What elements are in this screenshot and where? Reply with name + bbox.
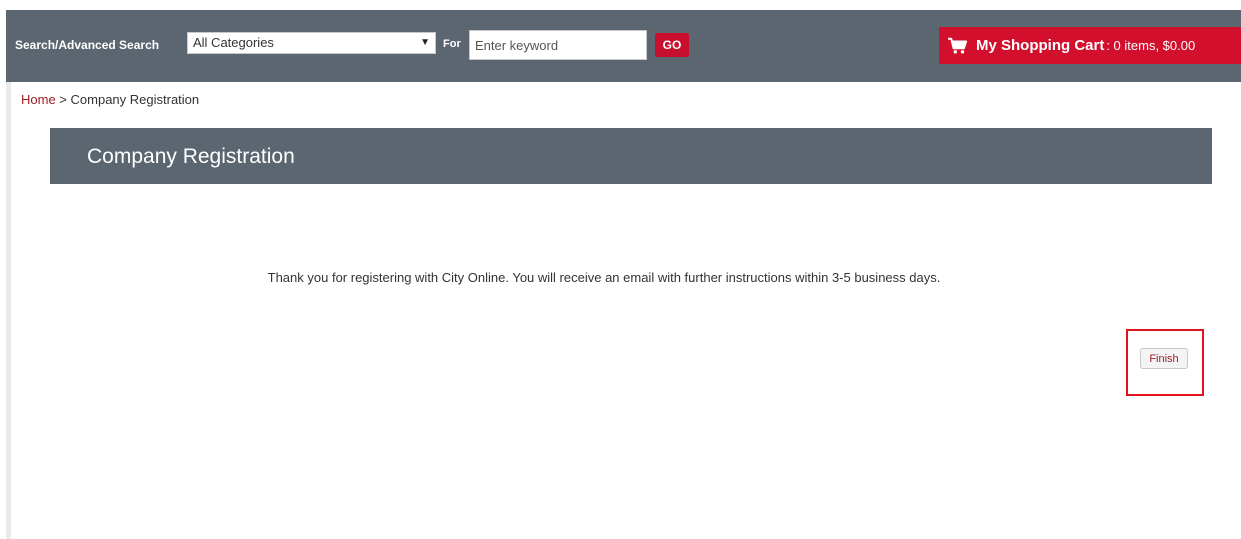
go-button[interactable]: GO	[655, 33, 689, 57]
breadcrumb: Home > Company Registration	[21, 92, 199, 107]
breadcrumb-home-link[interactable]: Home	[21, 92, 56, 107]
for-label: For	[443, 38, 461, 50]
top-bar: Search/Advanced Search All Categories ▼ …	[6, 10, 1241, 82]
cart-summary: : 0 items, $0.00	[1106, 38, 1196, 53]
category-select-value: All Categories	[193, 35, 274, 50]
breadcrumb-separator: >	[55, 92, 71, 107]
category-select[interactable]: All Categories ▼	[187, 32, 436, 54]
search-label: Search/Advanced Search	[15, 38, 160, 52]
panel-header: Company Registration	[50, 128, 1212, 184]
shopping-cart-button[interactable]: My Shopping Cart : 0 items, $0.00	[939, 27, 1241, 64]
left-divider	[6, 82, 11, 539]
confirmation-message: Thank you for registering with City Onli…	[267, 270, 941, 285]
dropdown-arrow-icon: ▼	[420, 37, 430, 48]
breadcrumb-current: Company Registration	[70, 92, 200, 107]
keyword-input[interactable]	[469, 30, 647, 60]
shopping-cart-icon	[948, 37, 968, 54]
page-title: Company Registration	[87, 145, 295, 168]
cart-title: My Shopping Cart	[976, 37, 1105, 54]
finish-button[interactable]: Finish	[1140, 348, 1188, 369]
